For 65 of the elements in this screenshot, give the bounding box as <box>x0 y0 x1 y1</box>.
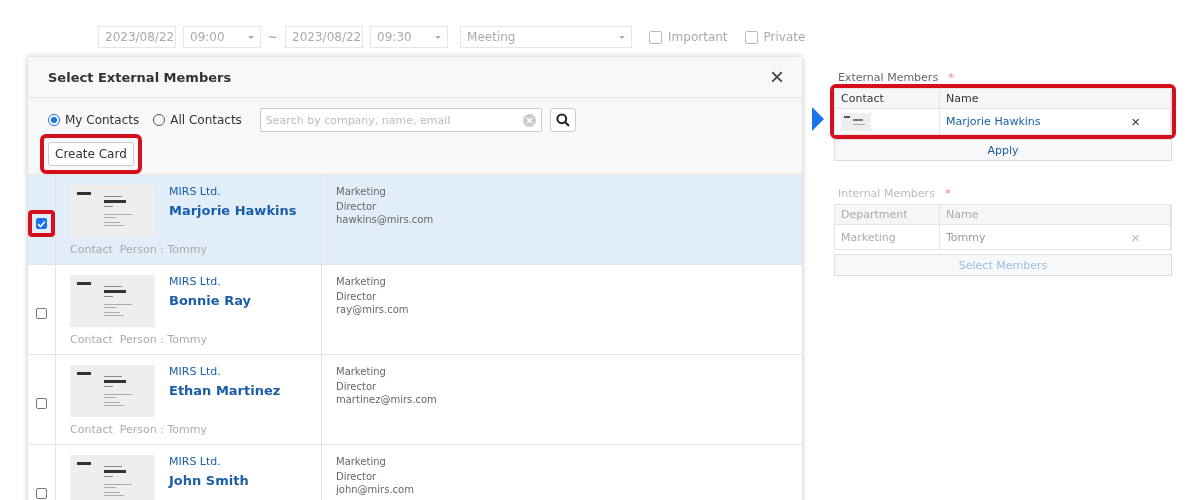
create-card-button[interactable]: Create Card <box>48 142 134 166</box>
pointer-arrow-icon <box>812 107 824 131</box>
section-label: External Members <box>838 71 939 84</box>
checkbox[interactable] <box>649 30 663 44</box>
contact-person: Contact Person : Tommy <box>70 333 208 348</box>
contact-row[interactable]: MIRS Ltd. Ethan Martinez Contact Person : Tommy Marketing Director martinez@mirs.com <box>28 355 802 445</box>
check-icon <box>37 219 46 228</box>
required-mark: * <box>944 187 951 200</box>
job-title: Director <box>336 290 378 303</box>
apply-button[interactable]: Apply <box>834 139 1172 161</box>
contact-name: Bonnie Ray <box>169 293 252 308</box>
department: Marketing <box>336 185 387 198</box>
caret-icon <box>619 35 626 39</box>
business-card-thumbnail <box>841 112 871 131</box>
search-icon <box>555 113 570 127</box>
contact-name: John Smith <box>169 473 250 488</box>
caret-icon <box>248 35 254 39</box>
department: Marketing <box>336 365 387 378</box>
member-name[interactable]: Marjorie Hawkins <box>946 115 1041 128</box>
job-title: Director <box>336 380 378 393</box>
caret-icon <box>435 35 442 39</box>
job-title: Director <box>336 200 378 213</box>
column-header: Name <box>940 205 1171 225</box>
range-separator: ~ <box>268 30 279 44</box>
contact-row[interactable]: MIRS Ltd. Marjorie Hawkins Contact Person : Tommy Marketing Director hawkins@mirs.com <box>28 175 802 265</box>
contact-name: Marjorie Hawkins <box>169 203 298 218</box>
company-name: MIRS Ltd. <box>169 365 222 378</box>
radio-label: All Contacts <box>170 113 242 127</box>
company-name: MIRS Ltd. <box>169 455 222 468</box>
job-title: Director <box>336 470 378 483</box>
checkbox[interactable] <box>744 30 758 44</box>
email: ray@mirs.com <box>336 303 410 316</box>
required-mark: * <box>948 71 954 84</box>
column-header: Department <box>835 205 940 225</box>
contact-row[interactable]: MIRS Ltd. John Smith Marketing Director john@mirs.com <box>28 445 802 500</box>
dialog-title: Select External Members <box>48 69 232 85</box>
radio-button[interactable] <box>153 114 166 126</box>
checkbox[interactable] <box>36 308 47 319</box>
column-header: Contact <box>835 89 940 109</box>
checkbox-label: Private <box>763 30 806 44</box>
checkbox[interactable] <box>36 398 47 409</box>
department: Marketing <box>336 275 387 288</box>
remove-button[interactable]: × <box>1131 114 1164 129</box>
search-button[interactable] <box>549 108 576 132</box>
company-name: MIRS Ltd. <box>169 275 222 288</box>
table-cell: Marketing <box>841 230 896 244</box>
contact-name: Ethan Martinez <box>169 383 282 398</box>
contact-row[interactable]: MIRS Ltd. Bonnie Ray Contact Person : Tommy Marketing Director ray@mirs.com <box>28 265 802 355</box>
email: john@mirs.com <box>336 483 415 496</box>
company-name: MIRS Ltd. <box>169 185 222 198</box>
contact-person: Contact Person : Tommy <box>70 423 208 438</box>
radio-label: My Contacts <box>65 113 140 127</box>
contact-person: Contact Person : Tommy <box>70 243 208 258</box>
checkbox-label: Important <box>668 30 728 44</box>
close-button[interactable]: × <box>770 65 784 89</box>
email: hawkins@mirs.com <box>336 213 435 226</box>
member-name: Tommy <box>946 230 986 244</box>
radio-button[interactable] <box>48 114 60 126</box>
section-label: Internal Members <box>838 187 935 200</box>
checkbox[interactable] <box>36 218 47 229</box>
department: Marketing <box>336 455 387 468</box>
email: martinez@mirs.com <box>336 393 438 406</box>
checkbox[interactable] <box>36 488 47 499</box>
column-header: Name <box>940 89 1171 109</box>
search-field[interactable]: Search by company, name, email <box>259 108 542 132</box>
